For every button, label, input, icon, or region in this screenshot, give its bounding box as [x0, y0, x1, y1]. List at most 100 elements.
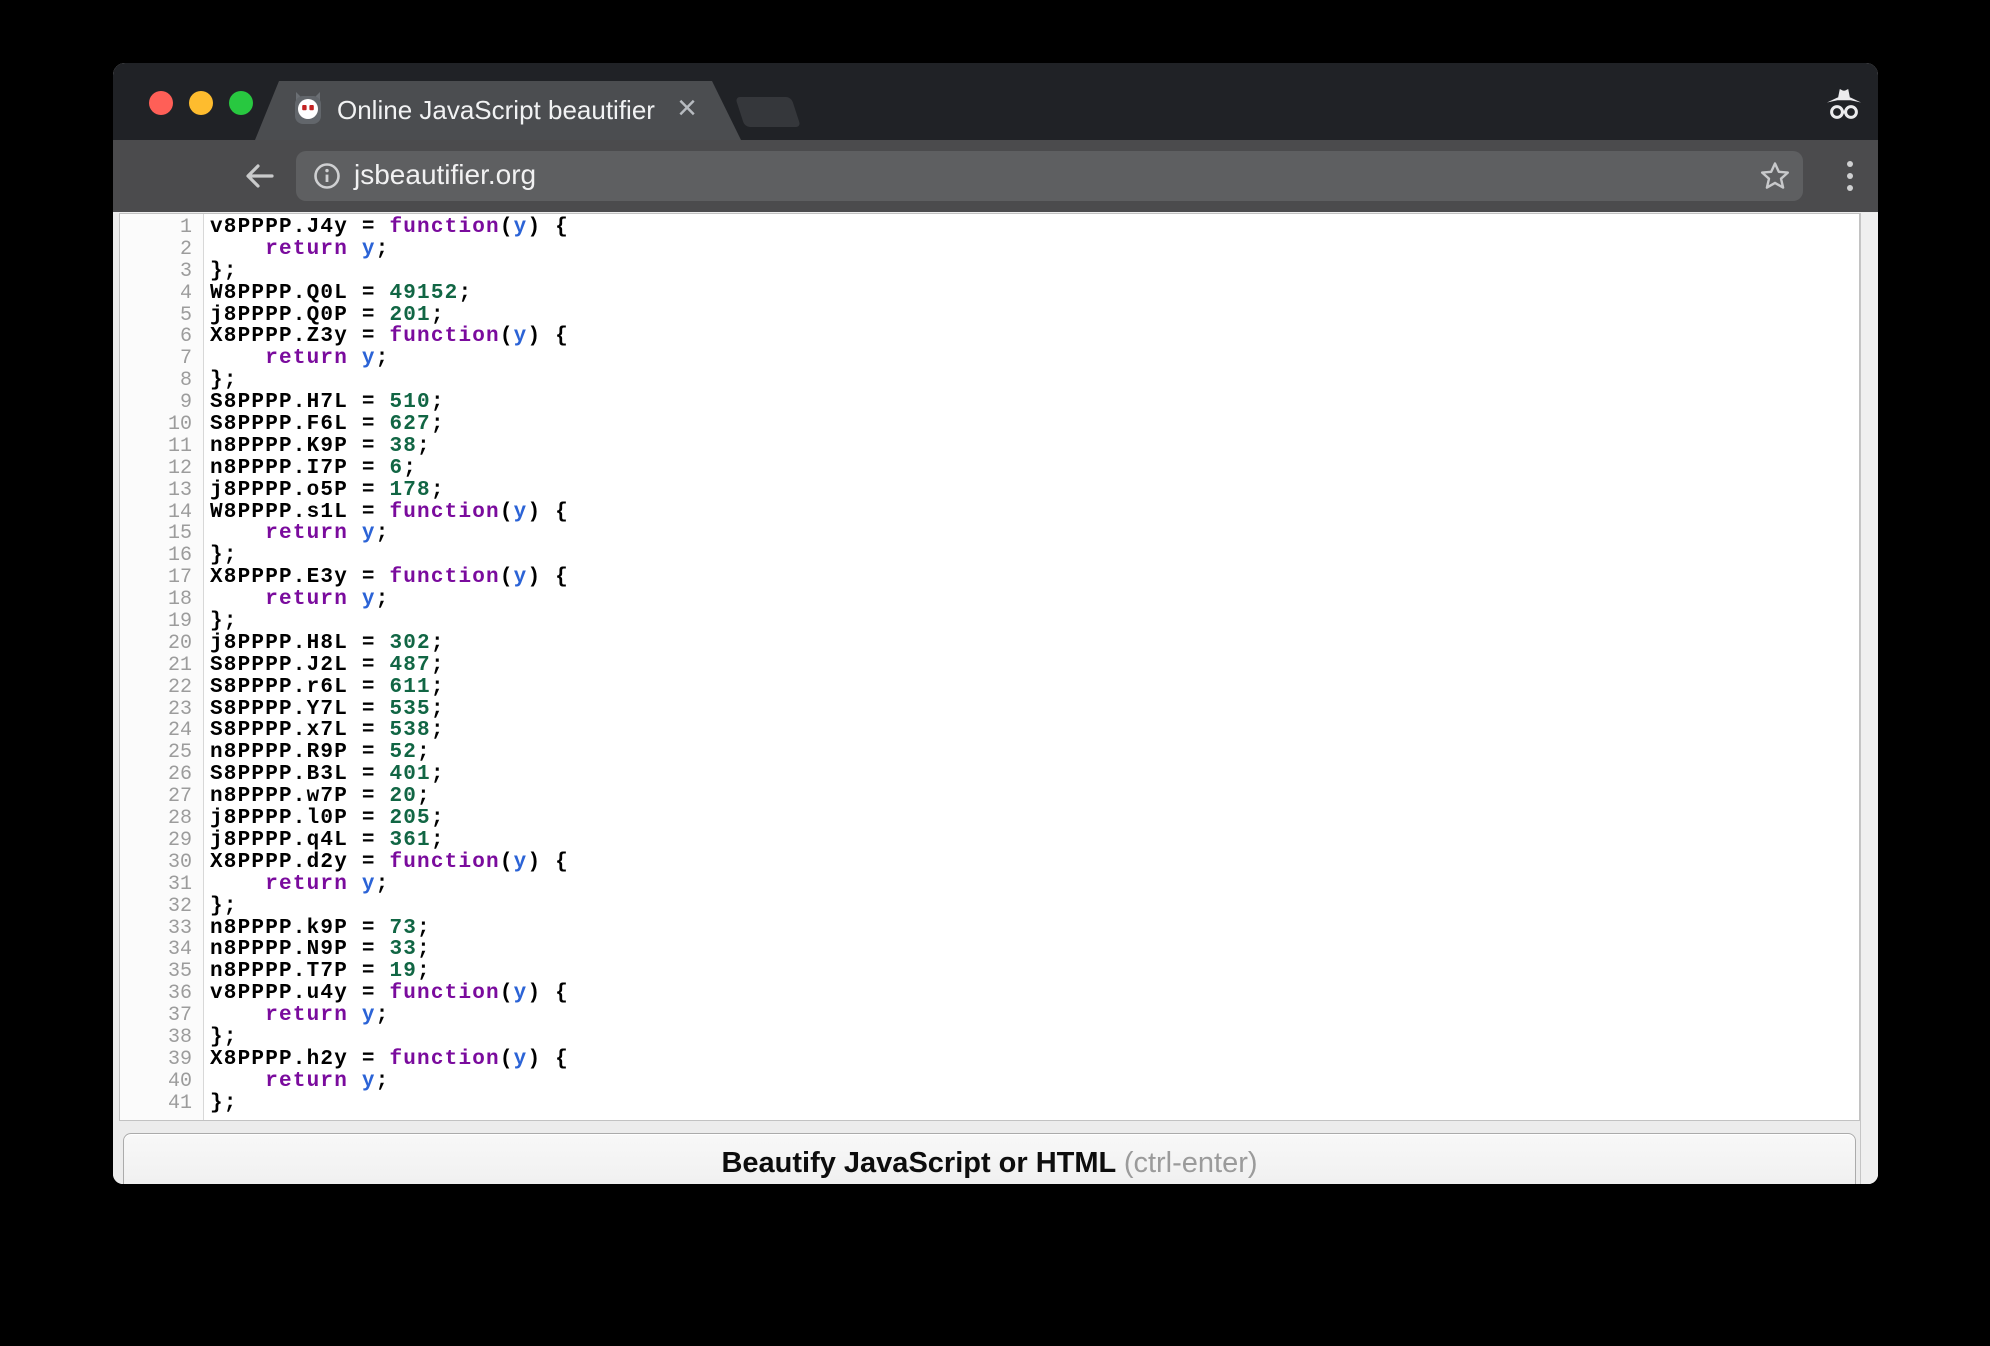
code-line: n8PPPP.k9P = 73; [210, 918, 1859, 940]
code-line: return y; [210, 239, 1859, 261]
line-number: 13 [120, 480, 203, 502]
code-line: n8PPPP.N9P = 33; [210, 939, 1859, 961]
line-number: 18 [120, 589, 203, 611]
page-info-icon[interactable] [312, 161, 342, 191]
incognito-icon [1825, 87, 1863, 121]
line-number: 19 [120, 611, 203, 633]
line-number: 39 [120, 1049, 203, 1071]
line-number: 16 [120, 545, 203, 567]
line-number: 4 [120, 283, 203, 305]
code-line: X8PPPP.d2y = function(y) { [210, 852, 1859, 874]
line-number: 17 [120, 567, 203, 589]
code-line: return y; [210, 874, 1859, 896]
browser-window: Online JavaScript beautifier × [113, 63, 1878, 1184]
code-line: return y; [210, 348, 1859, 370]
line-number: 41 [120, 1093, 203, 1115]
back-arrow-icon [248, 166, 272, 186]
tab-title: Online JavaScript beautifier [337, 81, 655, 140]
code-line: n8PPPP.R9P = 52; [210, 742, 1859, 764]
line-number: 32 [120, 896, 203, 918]
line-number: 30 [120, 852, 203, 874]
code-line: return y; [210, 1071, 1859, 1093]
code-line: j8PPPP.H8L = 302; [210, 633, 1859, 655]
line-number: 1 [120, 217, 203, 239]
url-bar[interactable]: jsbeautifier.org [296, 151, 1803, 201]
line-number: 24 [120, 720, 203, 742]
line-number: 2 [120, 239, 203, 261]
line-number: 8 [120, 370, 203, 392]
code-line: X8PPPP.E3y = function(y) { [210, 567, 1859, 589]
code-line: v8PPPP.u4y = function(y) { [210, 983, 1859, 1005]
code-line: S8PPPP.x7L = 538; [210, 720, 1859, 742]
code-line: j8PPPP.o5P = 178; [210, 480, 1859, 502]
line-number: 40 [120, 1071, 203, 1093]
code-line: }; [210, 611, 1859, 633]
line-number: 35 [120, 961, 203, 983]
line-number: 28 [120, 808, 203, 830]
line-number: 34 [120, 939, 203, 961]
code-line: X8PPPP.Z3y = function(y) { [210, 326, 1859, 348]
code-line: }; [210, 370, 1859, 392]
code-line: n8PPPP.K9P = 38; [210, 436, 1859, 458]
line-number: 3 [120, 261, 203, 283]
line-number: 26 [120, 764, 203, 786]
tab-bar: Online JavaScript beautifier × [113, 63, 1878, 140]
code-line: }; [210, 545, 1859, 567]
code-line: j8PPPP.q4L = 361; [210, 830, 1859, 852]
code-line: S8PPPP.J2L = 487; [210, 655, 1859, 677]
line-number: 15 [120, 523, 203, 545]
line-number: 10 [120, 414, 203, 436]
beautify-button[interactable]: Beautify JavaScript or HTML (ctrl-enter) [123, 1133, 1856, 1184]
line-number: 31 [120, 874, 203, 896]
window-close-button[interactable] [149, 91, 173, 115]
code-line: S8PPPP.Y7L = 535; [210, 699, 1859, 721]
code-line: v8PPPP.J4y = function(y) { [210, 217, 1859, 239]
code-line: S8PPPP.r6L = 611; [210, 677, 1859, 699]
code-line: S8PPPP.H7L = 510; [210, 392, 1859, 414]
line-number: 9 [120, 392, 203, 414]
code-editor[interactable]: 1234567891011121314151617181920212223242… [119, 213, 1860, 1121]
line-number: 22 [120, 677, 203, 699]
line-number: 21 [120, 655, 203, 677]
jsbeautifier-favicon-robot-icon [293, 92, 323, 128]
line-number: 14 [120, 502, 203, 524]
new-tab-button[interactable] [735, 97, 801, 127]
navigation-toolbar: jsbeautifier.org [113, 140, 1878, 212]
browser-menu-button[interactable] [1846, 161, 1854, 191]
window-minimize-button[interactable] [189, 91, 213, 115]
url-text[interactable]: jsbeautifier.org [354, 151, 536, 201]
code-line: j8PPPP.Q0P = 201; [210, 305, 1859, 327]
line-number: 27 [120, 786, 203, 808]
line-number: 12 [120, 458, 203, 480]
code-line: j8PPPP.l0P = 205; [210, 808, 1859, 830]
code-line: return y; [210, 523, 1859, 545]
code-line: }; [210, 1027, 1859, 1049]
code-line: W8PPPP.Q0L = 49152; [210, 283, 1859, 305]
code-line: S8PPPP.B3L = 401; [210, 764, 1859, 786]
line-number: 11 [120, 436, 203, 458]
code-line: n8PPPP.I7P = 6; [210, 458, 1859, 480]
bookmark-star-icon[interactable] [1759, 160, 1791, 192]
back-button[interactable] [241, 158, 277, 194]
page-scrollbar[interactable] [1860, 213, 1878, 1184]
browser-tab[interactable]: Online JavaScript beautifier × [255, 81, 741, 140]
line-number: 5 [120, 305, 203, 327]
code-pane[interactable]: v8PPPP.J4y = function(y) { return y;};W8… [204, 214, 1859, 1120]
line-number: 23 [120, 699, 203, 721]
line-number: 25 [120, 742, 203, 764]
line-number: 20 [120, 633, 203, 655]
page-content: 1234567891011121314151617181920212223242… [113, 212, 1878, 1184]
code-line: return y; [210, 589, 1859, 611]
code-line: X8PPPP.h2y = function(y) { [210, 1049, 1859, 1071]
line-number-gutter: 1234567891011121314151617181920212223242… [120, 214, 204, 1120]
code-line: }; [210, 896, 1859, 918]
beautify-button-label: Beautify JavaScript or HTML [721, 1147, 1115, 1179]
code-line: return y; [210, 1005, 1859, 1027]
line-number: 38 [120, 1027, 203, 1049]
code-line: }; [210, 261, 1859, 283]
line-number: 6 [120, 326, 203, 348]
window-zoom-button[interactable] [229, 91, 253, 115]
tab-close-icon[interactable]: × [677, 81, 697, 140]
line-number: 37 [120, 1005, 203, 1027]
beautify-button-shortcut-hint: (ctrl-enter) [1124, 1147, 1258, 1179]
